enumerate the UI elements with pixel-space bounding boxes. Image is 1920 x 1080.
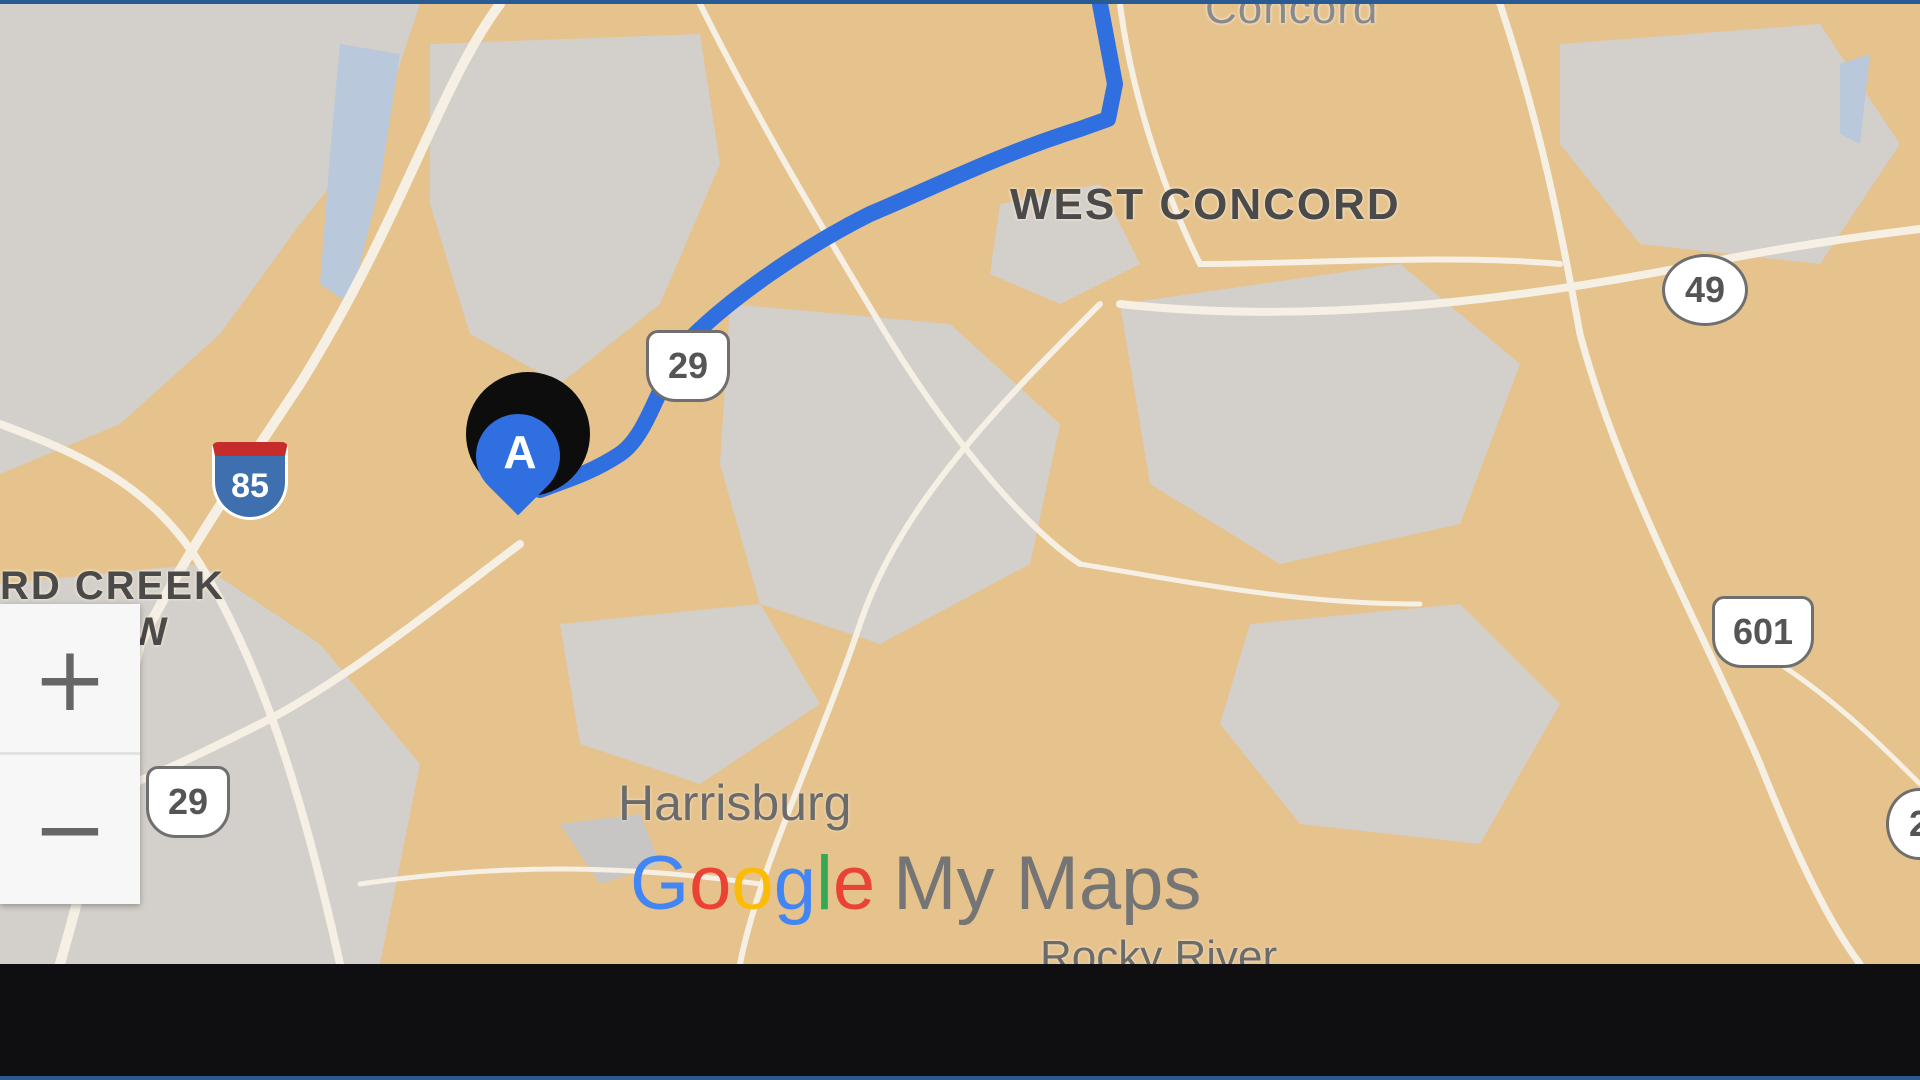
map-view[interactable]: Concord WEST CONCORD RD CREEK W Harrisbu… xyxy=(0,4,1920,964)
logo-suffix: My Maps xyxy=(893,841,1202,926)
marker-label: A xyxy=(503,426,537,478)
label-rocky-river: Rocky River xyxy=(1040,932,1278,964)
shield-i85: 85 xyxy=(212,442,288,520)
logo-letter-o2: o xyxy=(731,841,774,926)
logo-letter-g1: G xyxy=(630,841,690,926)
shield-nc49: 49 xyxy=(1662,254,1748,326)
map-canvas xyxy=(0,4,1920,964)
logo-letter-l: l xyxy=(815,841,833,926)
label-west-concord: WEST CONCORD xyxy=(1010,180,1401,229)
google-my-maps-logo: Google My Maps xyxy=(630,840,1201,927)
zoom-in-button[interactable]: + xyxy=(0,604,140,754)
logo-letter-e: e xyxy=(832,841,876,926)
logo-letter-g2: g xyxy=(773,841,816,926)
shield-us601: 601 xyxy=(1712,596,1814,668)
label-concord: Concord xyxy=(1205,4,1379,33)
shield-us29-top: 29 xyxy=(646,330,730,402)
shield-us29-bottom: 29 xyxy=(146,766,230,838)
bottom-bar xyxy=(0,964,1920,1076)
label-harrisburg: Harrisburg xyxy=(618,775,852,831)
logo-letter-o1: o xyxy=(689,841,732,926)
label-rd-creek: RD CREEK xyxy=(0,564,225,608)
zoom-control: + − xyxy=(0,604,140,904)
zoom-out-button[interactable]: − xyxy=(0,754,140,904)
window-frame: Concord WEST CONCORD RD CREEK W Harrisbu… xyxy=(0,0,1920,1080)
